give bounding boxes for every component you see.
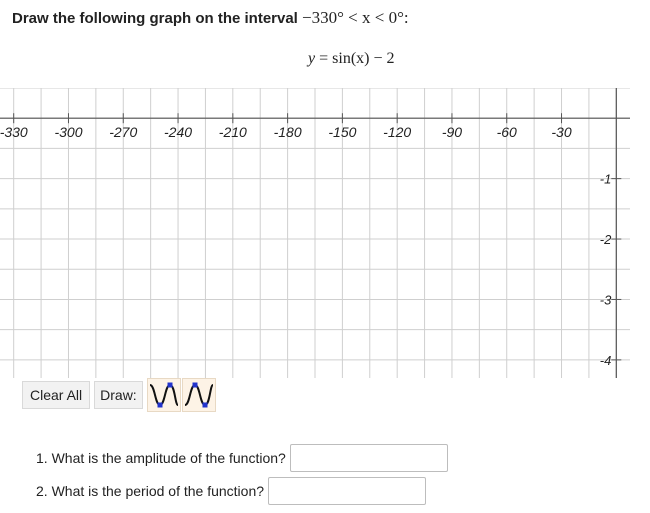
cosine-wave-icon (184, 382, 214, 408)
instruction-label: Draw the following graph on the interval (12, 10, 298, 27)
amplitude-input[interactable] (289, 444, 448, 472)
y-tick-label: -2 (600, 232, 612, 247)
x-tick-label: -150 (328, 124, 356, 140)
y-tick-label: -3 (600, 292, 612, 307)
x-tick-label: -270 (109, 124, 137, 140)
x-tick-label: -60 (497, 124, 517, 140)
x-tick-label: -300 (54, 124, 82, 140)
x-tick-label: -240 (164, 124, 192, 140)
period-question: 2. What is the period of the function? (36, 477, 427, 505)
instruction-text: Draw the following graph on the interval… (12, 8, 409, 28)
sine-wave-icon (149, 382, 179, 408)
clear-all-button[interactable]: Clear All (22, 381, 91, 409)
y-tick-label: -4 (600, 353, 612, 368)
y-tick-label: -1 (600, 172, 612, 187)
period-input[interactable] (268, 477, 427, 505)
draw-controls: Clear All Draw: (22, 378, 216, 412)
graph-canvas[interactable]: -330 -300 -270 -240 -210 -180 -150 -120 -90 -60 -3… (0, 88, 630, 378)
draw-label: Draw: (94, 381, 143, 409)
x-tick-label: -210 (219, 124, 247, 140)
x-tick-label: -120 (383, 124, 411, 140)
x-tick-label: -330 (0, 124, 28, 140)
amplitude-question-label: 1. What is the amplitude of the function… (36, 450, 286, 466)
x-tick-label: -90 (442, 124, 462, 140)
x-tick-label: -30 (551, 124, 571, 140)
period-question-label: 2. What is the period of the function? (36, 483, 265, 499)
amplitude-question: 1. What is the amplitude of the function… (36, 444, 448, 472)
interval-text: −330° < x < 0°: (302, 8, 409, 27)
cosine-tool-button[interactable] (181, 378, 216, 412)
formula-equals: = (315, 50, 333, 67)
formula-rhs: sin(x) − 2 (332, 50, 395, 67)
x-tick-label: -180 (274, 124, 302, 140)
sine-tool-button[interactable] (146, 378, 181, 412)
function-formula: y = sin(x) − 2 (308, 50, 395, 68)
